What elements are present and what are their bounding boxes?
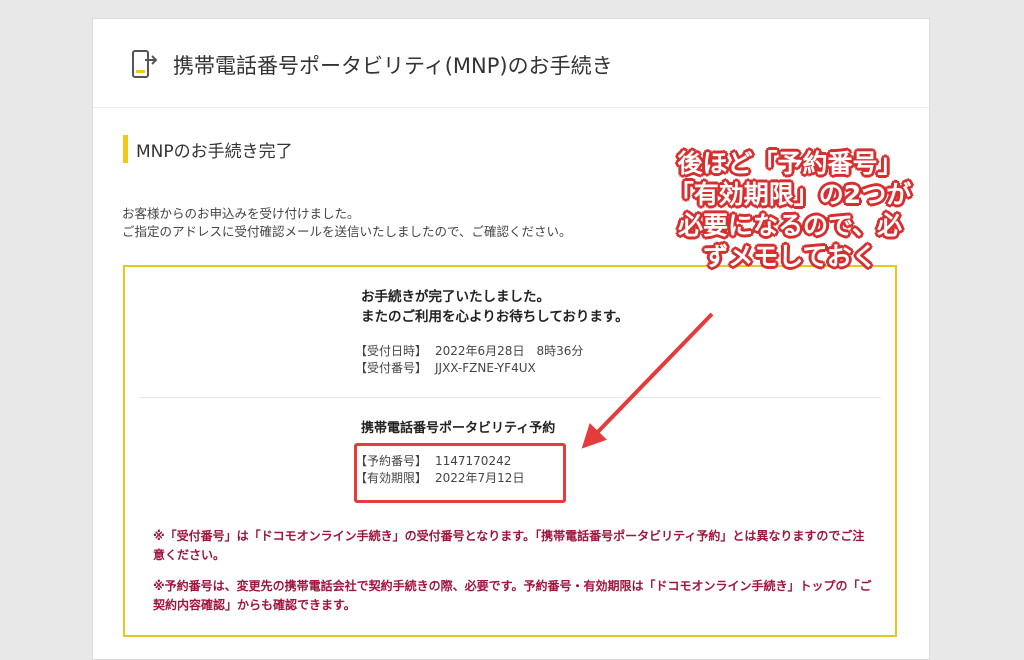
intro-line-2: ご指定のアドレスに受付確認メールを送信いたしましたので、ご確認ください。: [122, 224, 572, 239]
reception-number-value: JJXX-FZNE-YF4UX: [435, 361, 536, 375]
intro-text: お客様からのお申込みを受け付けました。 ご指定のアドレスに受付確認メールを送信い…: [122, 205, 572, 241]
header-divider: [93, 107, 929, 108]
annotation-line-1: 後ほど「予約番号」: [677, 149, 903, 178]
annotation-line-2: 「有効期限」の2つが: [668, 180, 912, 209]
intro-line-1: お客様からのお申込みを受け付けました。: [122, 206, 360, 221]
box-divider: [139, 397, 881, 398]
mnp-completion-card: 携帯電話番号ポータビリティ(MNP)のお手続き MNPのお手続き完了 お客様から…: [92, 18, 930, 660]
section-heading: MNPのお手続き完了: [123, 135, 293, 163]
reception-number-note: ※「受付番号」は「ドコモオンライン手続き」の受付番号となります。「携帯電話番号ポ…: [153, 529, 865, 562]
completion-info-box: お手続きが完了いたしました。 またのご利用を心よりお待ちしております。 【受付日…: [123, 265, 897, 637]
phone-transfer-icon: [131, 48, 159, 82]
annotation-line-4: ずメモしておく: [703, 242, 877, 271]
reception-date-row: 【受付日時】 2022年6月28日 8時36分: [355, 343, 583, 360]
annotation-callout: 後ほど「予約番号」 「有効期限」の2つが 必要になるので、必 ずメモしておく: [640, 148, 940, 272]
reception-number-label: 【受付番号】: [355, 361, 428, 375]
reservation-heading: 携帯電話番号ポータビリティ予約: [361, 421, 556, 436]
page-header: 携帯電話番号ポータビリティ(MNP)のお手続き: [131, 45, 613, 85]
section-title: MNPのお手続き完了: [136, 141, 293, 162]
section-accent-bar: [123, 135, 128, 163]
reservation-highlight-frame: [354, 443, 566, 503]
annotation-line-3: 必要になるので、必: [677, 211, 902, 240]
reception-details: 【受付日時】 2022年6月28日 8時36分 【受付番号】 JJXX-FZNE…: [355, 343, 583, 377]
page-title: 携帯電話番号ポータビリティ(MNP)のお手続き: [173, 54, 613, 78]
reception-number-row: 【受付番号】 JJXX-FZNE-YF4UX: [355, 360, 583, 377]
reception-date-label: 【受付日時】: [355, 344, 428, 358]
reservation-number-note: ※予約番号は、変更先の携帯電話会社で契約手続きの際、必要です。予約番号・有効期限…: [153, 579, 872, 612]
annotation-arrow-icon: [581, 312, 714, 449]
